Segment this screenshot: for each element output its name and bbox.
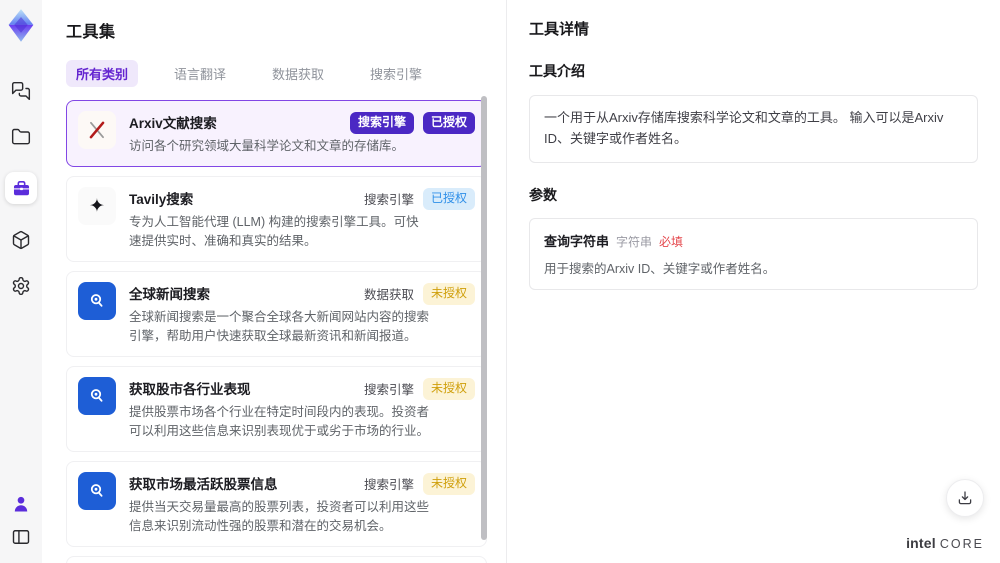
tool-card-global-news[interactable]: 全球新闻搜索 全球新闻搜索是一个聚合全球各大新闻网站内容的搜索引擎，帮助用户快速… bbox=[66, 271, 487, 357]
panel-toggle-icon[interactable] bbox=[11, 526, 32, 547]
brand-core: core bbox=[939, 537, 984, 551]
tool-card-arxiv[interactable]: Arxiv文献搜索 访问各个研究领域大量科学论文和文章的存储库。 搜索引擎 已授… bbox=[66, 100, 487, 167]
tool-card-tavily[interactable]: ✦ Tavily搜索 专为人工智能代理 (LLM) 构建的搜索引擎工具。可快速提… bbox=[66, 176, 487, 262]
user-avatar-icon[interactable] bbox=[11, 493, 32, 514]
rail-bottom bbox=[11, 493, 32, 547]
tool-description: 访问各个研究领域大量科学论文和文章的存储库。 bbox=[129, 139, 405, 153]
blue-search-icon bbox=[78, 377, 116, 415]
sparkle-icon: ✦ bbox=[78, 187, 116, 225]
package-icon[interactable] bbox=[11, 229, 32, 250]
param-required-flag: 必填 bbox=[659, 234, 684, 249]
tab-all-categories[interactable]: 所有类别 bbox=[66, 60, 139, 87]
intel-core-logo: intel core bbox=[906, 535, 984, 551]
tool-card-regional-news[interactable]: 万维地区新闻查询 查询具体行政区划内的新闻，快速了解各地新闻动 搜索引擎 未授权 bbox=[66, 556, 487, 563]
category-label: 搜索引擎 bbox=[363, 383, 414, 398]
tab-data-fetch[interactable]: 数据获取 bbox=[262, 60, 334, 87]
auth-status-badge: 已授权 bbox=[422, 112, 475, 134]
tools-panel: 工具集 所有类别 语言翻译 数据获取 搜索引擎 Arxiv文献搜索 访问各个研究… bbox=[42, 0, 506, 563]
left-rail bbox=[0, 0, 42, 563]
arxiv-icon bbox=[78, 111, 116, 149]
blue-search-icon bbox=[78, 282, 116, 320]
tool-card-active-stocks[interactable]: 获取市场最活跃股票信息 提供当天交易量最高的股票列表，投资者可以利用这些信息来识… bbox=[66, 461, 487, 547]
chat-icon[interactable] bbox=[11, 80, 32, 101]
tool-details-panel: 工具详情 工具介绍 一个用于从Arxiv存储库搜索科学论文和文章的工具。 输入可… bbox=[506, 0, 1000, 563]
details-title: 工具详情 bbox=[529, 21, 590, 38]
intro-heading: 工具介绍 bbox=[529, 63, 585, 79]
rail-nav bbox=[5, 80, 37, 296]
category-tabs: 所有类别 语言翻译 数据获取 搜索引擎 bbox=[66, 60, 506, 87]
tab-search-engine[interactable]: 搜索引擎 bbox=[360, 60, 432, 87]
auth-status-badge: 未授权 bbox=[422, 473, 475, 495]
download-button[interactable] bbox=[946, 479, 984, 517]
tool-description: 提供股票市场各个行业在特定时间段内的表现。投资者可以利用这些信息来识别表现优于或… bbox=[129, 405, 430, 438]
category-badge: 搜索引擎 bbox=[349, 112, 414, 134]
param-name: 查询字符串 bbox=[544, 233, 610, 249]
auth-status-badge: 未授权 bbox=[422, 283, 475, 305]
blue-search-icon bbox=[78, 472, 116, 510]
auth-status-badge: 已授权 bbox=[422, 188, 475, 210]
param-description: 用于搜索的Arxiv ID、关键字或作者姓名。 bbox=[544, 261, 776, 276]
page-title: 工具集 bbox=[66, 24, 116, 41]
settings-icon[interactable] bbox=[11, 275, 32, 296]
tool-intro-text: 一个用于从Arxiv存储库搜索科学论文和文章的工具。 输入可以是Arxiv ID… bbox=[529, 95, 978, 163]
app-logo-icon bbox=[5, 8, 37, 44]
category-label: 搜索引擎 bbox=[363, 193, 414, 208]
tool-list: Arxiv文献搜索 访问各个研究领域大量科学论文和文章的存储库。 搜索引擎 已授… bbox=[66, 100, 487, 563]
auth-status-badge: 未授权 bbox=[422, 378, 475, 400]
tab-language-translation[interactable]: 语言翻译 bbox=[164, 60, 236, 87]
app-window: 工具集 所有类别 语言翻译 数据获取 搜索引擎 Arxiv文献搜索 访问各个研究… bbox=[0, 0, 1000, 563]
tool-description: 提供当天交易量最高的股票列表，投资者可以利用这些信息来识别流动性强的股票和潜在的… bbox=[129, 500, 430, 533]
tool-description: 全球新闻搜索是一个聚合全球各大新闻网站内容的搜索引擎，帮助用户快速获取全球最新资… bbox=[129, 310, 430, 343]
download-icon bbox=[958, 491, 972, 505]
category-label: 数据获取 bbox=[363, 288, 414, 303]
tool-description: 专为人工智能代理 (LLM) 构建的搜索引擎工具。可快速提供实时、准确和真实的结… bbox=[129, 215, 419, 248]
parameter-item: 查询字符串 字符串 必填 用于搜索的Arxiv ID、关键字或作者姓名。 bbox=[529, 217, 978, 290]
tool-card-sector-performance[interactable]: 获取股市各行业表现 提供股票市场各个行业在特定时间段内的表现。投资者可以利用这些… bbox=[66, 366, 487, 452]
toolbox-icon-active[interactable] bbox=[5, 172, 37, 204]
param-type: 字符串 bbox=[616, 234, 653, 249]
folder-icon[interactable] bbox=[11, 126, 32, 147]
category-label: 搜索引擎 bbox=[363, 478, 414, 493]
brand-intel: intel bbox=[906, 535, 936, 551]
list-scrollbar[interactable] bbox=[481, 96, 487, 540]
params-heading: 参数 bbox=[529, 186, 557, 203]
